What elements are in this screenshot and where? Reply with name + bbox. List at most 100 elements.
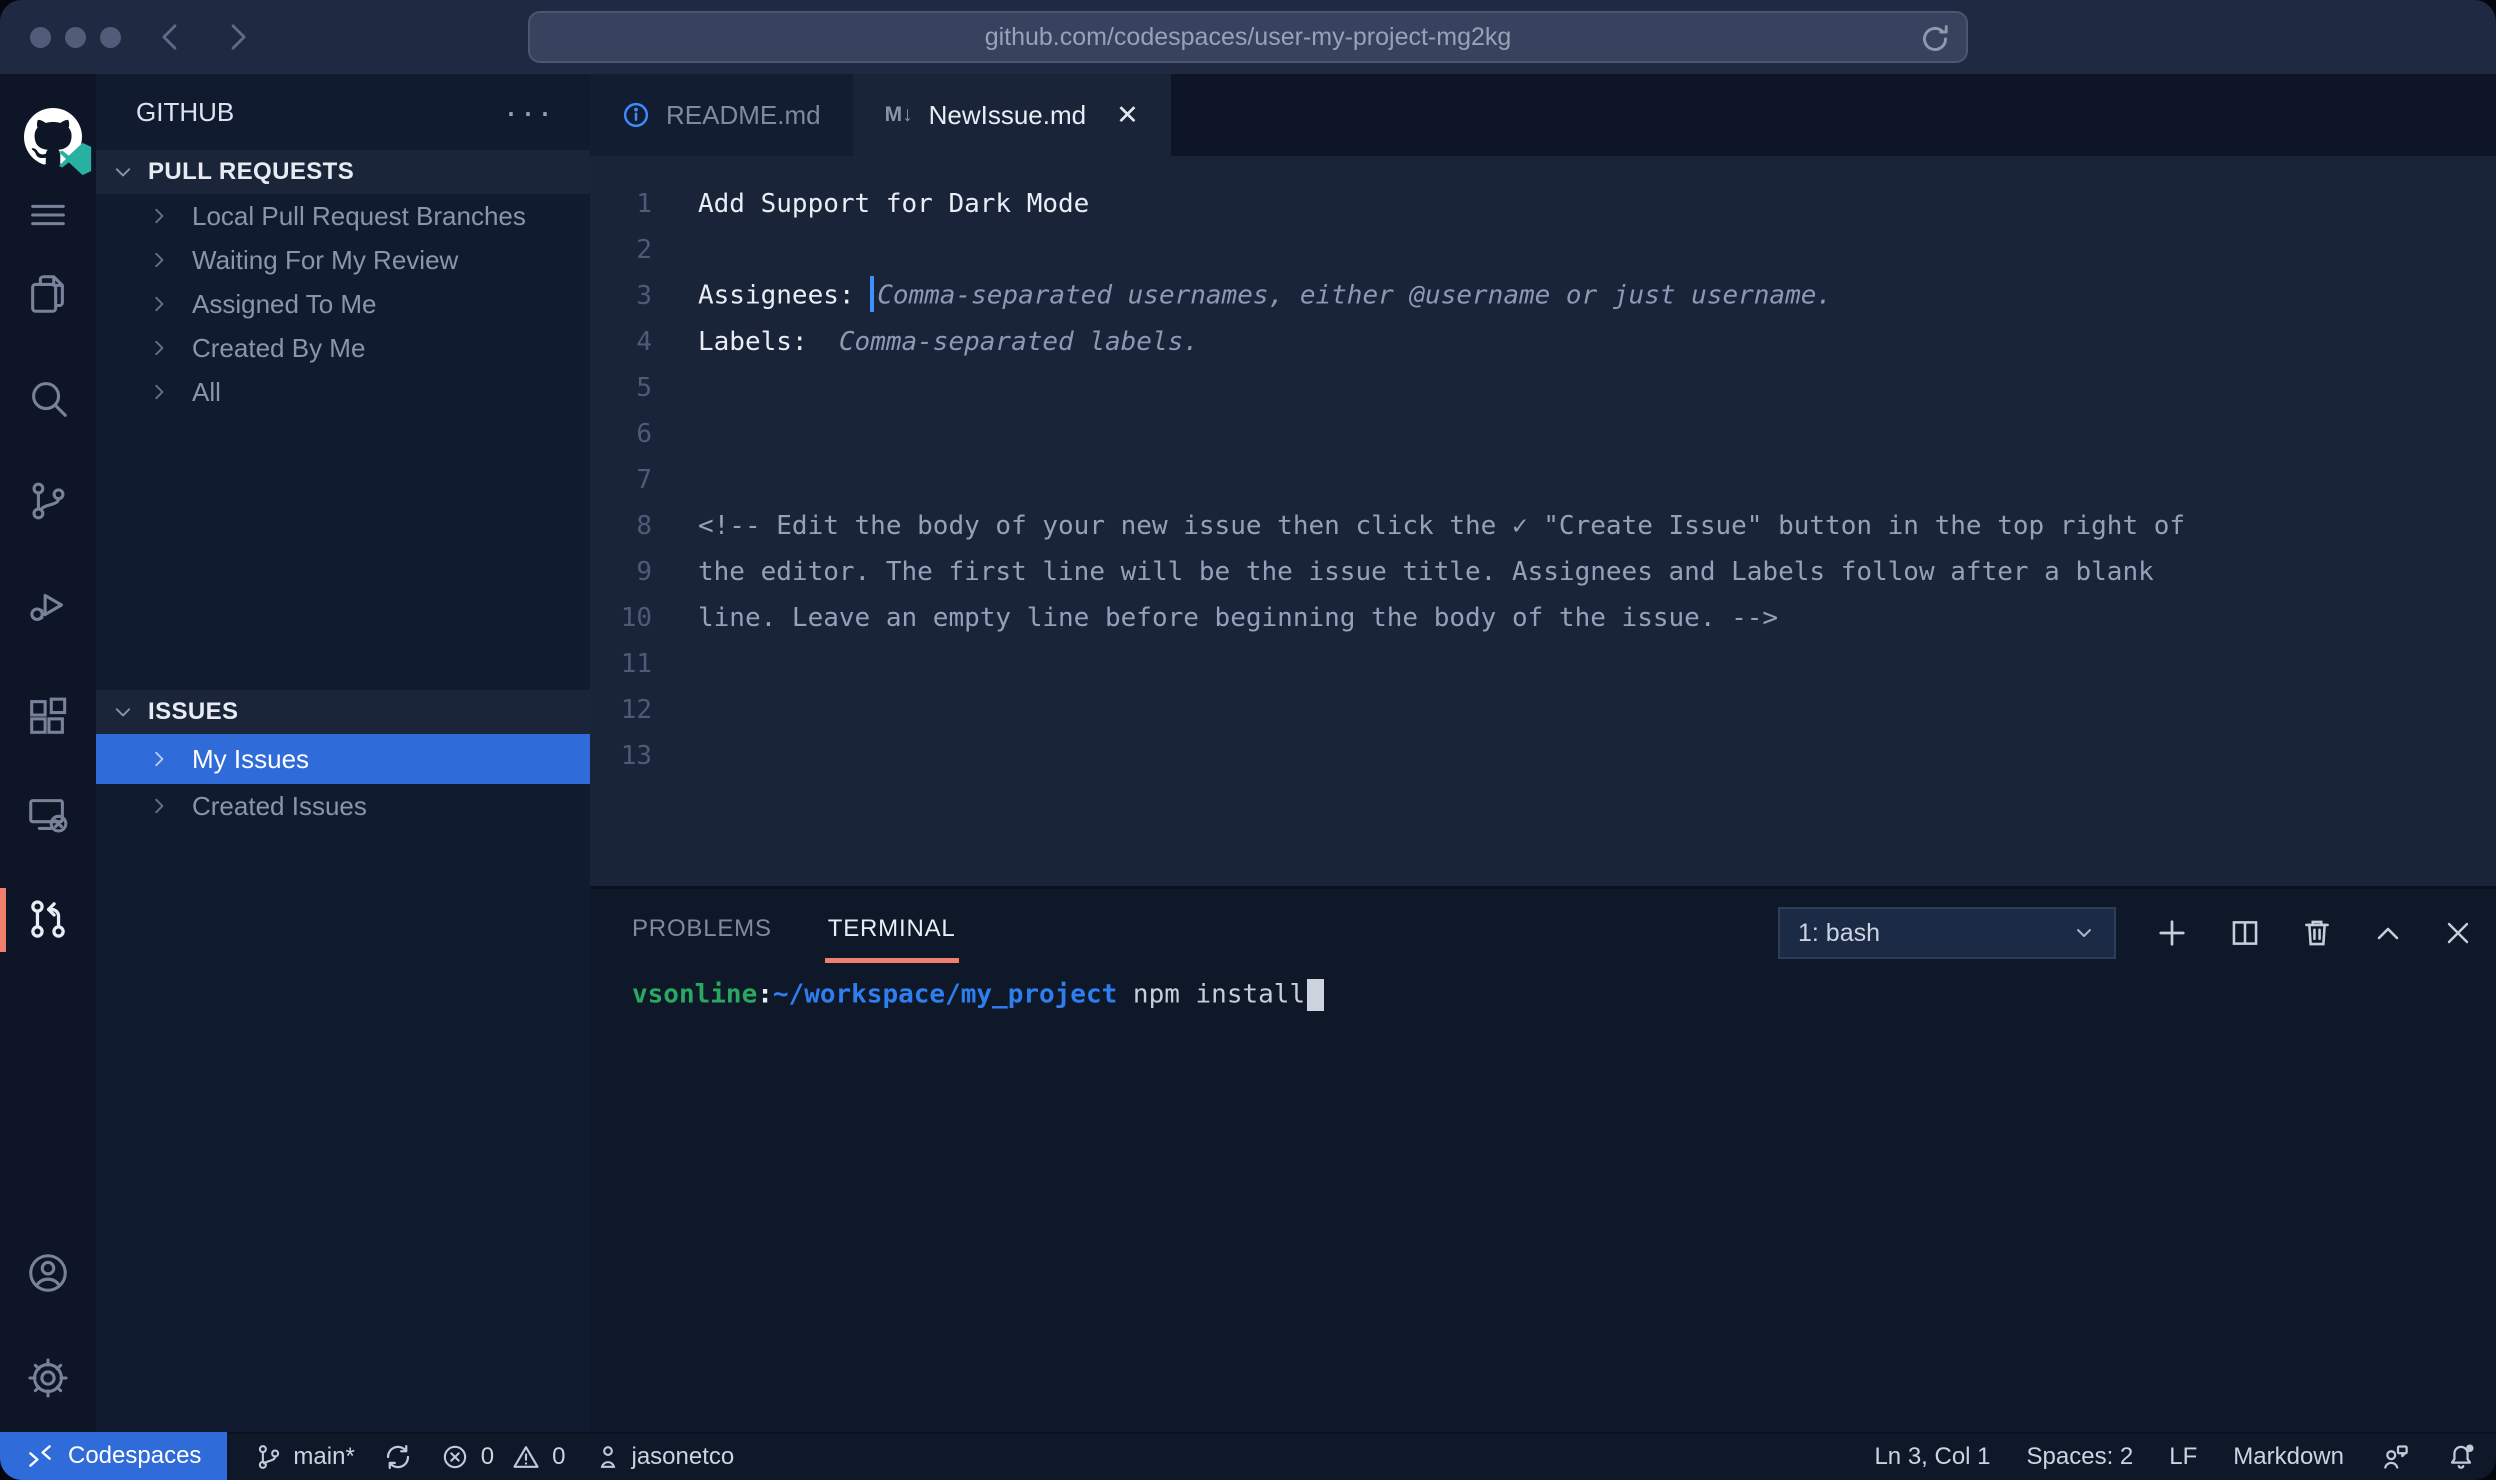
reload-icon[interactable]	[1918, 22, 1952, 56]
window-controls[interactable]	[30, 27, 121, 48]
tab-readme[interactable]: README.md	[590, 74, 853, 156]
remote-indicator[interactable]: Codespaces	[0, 1432, 227, 1480]
terminal-shell-select[interactable]: 1: bash	[1778, 907, 2116, 959]
explorer-icon[interactable]	[0, 254, 96, 334]
line-number: 1	[590, 189, 652, 219]
search-icon[interactable]	[0, 358, 96, 438]
tree-item-my-issues[interactable]: My Issues	[96, 734, 590, 784]
branch-indicator[interactable]: main*	[255, 1443, 354, 1471]
section-issues[interactable]: ISSUES	[96, 690, 590, 734]
split-terminal-icon[interactable]	[2228, 916, 2262, 950]
browser-window: github.com/codespaces/user-my-project-mg…	[0, 0, 2496, 1480]
editor-line[interactable]: 7	[590, 457, 2496, 503]
forward-icon[interactable]	[218, 18, 256, 56]
settings-gear-icon[interactable]	[0, 1338, 96, 1418]
tree-item-created-issues[interactable]: Created Issues	[96, 784, 590, 828]
panel-tab-problems[interactable]: PROBLEMS	[632, 915, 772, 963]
editor-line[interactable]: 13	[590, 733, 2496, 779]
notifications-bell-icon[interactable]	[2446, 1442, 2476, 1472]
sync-button[interactable]	[383, 1442, 413, 1472]
terminal[interactable]: vsonline:~/workspace/my_project npm inst…	[590, 963, 2496, 1011]
terminal-command: npm install	[1117, 980, 1305, 1010]
new-terminal-icon[interactable]	[2154, 915, 2190, 951]
placeholder-text: Comma-separated labels.	[839, 327, 1199, 357]
editor-line[interactable]: 5	[590, 365, 2496, 411]
tab-newissue[interactable]: M↓ NewIssue.md ✕	[853, 74, 1171, 156]
feedback-icon[interactable]	[2380, 1442, 2410, 1472]
collapse-panel-icon[interactable]	[2372, 917, 2404, 949]
close-tab-icon[interactable]: ✕	[1116, 100, 1139, 131]
line-number: 11	[590, 649, 652, 679]
run-and-debug-icon[interactable]	[0, 565, 96, 645]
section-pull-requests[interactable]: PULL REQUESTS	[96, 150, 590, 194]
panel-controls: 1: bash	[1778, 907, 2474, 959]
line-number: 5	[590, 373, 652, 403]
line-number: 2	[590, 235, 652, 265]
warning-count: 0	[552, 1443, 565, 1471]
tree-item-created-by-me[interactable]: Created By Me	[96, 326, 590, 370]
sidebar-title: GITHUB	[136, 97, 234, 128]
account-icon[interactable]	[0, 1233, 96, 1313]
tree-item-all[interactable]: All	[96, 370, 590, 414]
editor-line[interactable]: 1 Add Support for Dark Mode	[590, 181, 2496, 227]
editor-line[interactable]: 8 <!-- Edit the body of your new issue t…	[590, 503, 2496, 549]
line-number: 9	[590, 557, 652, 587]
comment-text: line. Leave an empty line before beginni…	[698, 603, 1778, 633]
chevron-right-icon	[148, 795, 170, 817]
panel-tab-terminal[interactable]: TERMINAL	[828, 915, 956, 963]
editor-line[interactable]: 9 the editor. The first line will be the…	[590, 549, 2496, 595]
tree-item-label: Assigned To Me	[192, 289, 377, 320]
error-count: 0	[481, 1443, 494, 1471]
problems-indicator[interactable]: 0 0	[441, 1443, 566, 1471]
more-actions-icon[interactable]: ···	[505, 102, 556, 122]
error-icon	[441, 1443, 469, 1471]
eol-sequence[interactable]: LF	[2169, 1443, 2197, 1471]
editor-line[interactable]: 6	[590, 411, 2496, 457]
code-text: Labels:	[698, 327, 839, 357]
indentation[interactable]: Spaces: 2	[2027, 1443, 2134, 1471]
window-dot[interactable]	[30, 27, 51, 48]
tree-item-assigned-to-me[interactable]: Assigned To Me	[96, 282, 590, 326]
tree-item-waiting-for-my-review[interactable]: Waiting For My Review	[96, 238, 590, 282]
menu-icon[interactable]	[0, 175, 96, 255]
chevron-right-icon	[148, 337, 170, 359]
editor-line[interactable]: 4 Labels: Comma-separated labels.	[590, 319, 2496, 365]
editor-line[interactable]: 12	[590, 687, 2496, 733]
person-icon	[594, 1443, 622, 1471]
window-dot[interactable]	[65, 27, 86, 48]
address-url: github.com/codespaces/user-my-project-mg…	[985, 23, 1512, 52]
info-icon	[622, 101, 650, 129]
tree-item-label: Local Pull Request Branches	[192, 201, 526, 232]
extensions-icon[interactable]	[0, 676, 96, 756]
source-control-icon[interactable]	[0, 461, 96, 541]
cursor-position[interactable]: Ln 3, Col 1	[1874, 1443, 1990, 1471]
github-pull-requests-icon[interactable]	[0, 880, 96, 960]
line-number: 4	[590, 327, 652, 357]
chevron-down-icon	[2072, 921, 2096, 945]
remote-explorer-icon[interactable]	[0, 775, 96, 855]
user-indicator[interactable]: jasonetco	[594, 1443, 735, 1471]
window-dot[interactable]	[100, 27, 121, 48]
code-text: Assignees:	[698, 281, 870, 311]
tree-item-local-pull-request-branches[interactable]: Local Pull Request Branches	[96, 194, 590, 238]
chevron-right-icon	[148, 748, 170, 770]
line-number: 13	[590, 741, 652, 771]
editor[interactable]: 1 Add Support for Dark Mode 2 3 Assignee…	[590, 156, 2496, 886]
section-label: PULL REQUESTS	[148, 158, 354, 186]
language-mode[interactable]: Markdown	[2233, 1443, 2344, 1471]
close-panel-icon[interactable]	[2442, 917, 2474, 949]
workbench: GITHUB ··· PULL REQUESTS Local Pull Requ…	[0, 74, 2496, 1434]
editor-line[interactable]: 11	[590, 641, 2496, 687]
browser-chrome: github.com/codespaces/user-my-project-mg…	[0, 0, 2496, 74]
kill-terminal-icon[interactable]	[2300, 916, 2334, 950]
editor-line[interactable]: 2	[590, 227, 2496, 273]
line-number: 10	[590, 603, 652, 633]
back-icon[interactable]	[152, 18, 190, 56]
line-number: 3	[590, 281, 652, 311]
line-number: 8	[590, 511, 652, 541]
tree-item-label: All	[192, 377, 221, 408]
editor-line[interactable]: 3 Assignees: Comma-separated usernames, …	[590, 273, 2496, 319]
tree-item-label: Waiting For My Review	[192, 245, 458, 276]
address-bar[interactable]: github.com/codespaces/user-my-project-mg…	[528, 11, 1968, 63]
editor-line[interactable]: 10 line. Leave an empty line before begi…	[590, 595, 2496, 641]
